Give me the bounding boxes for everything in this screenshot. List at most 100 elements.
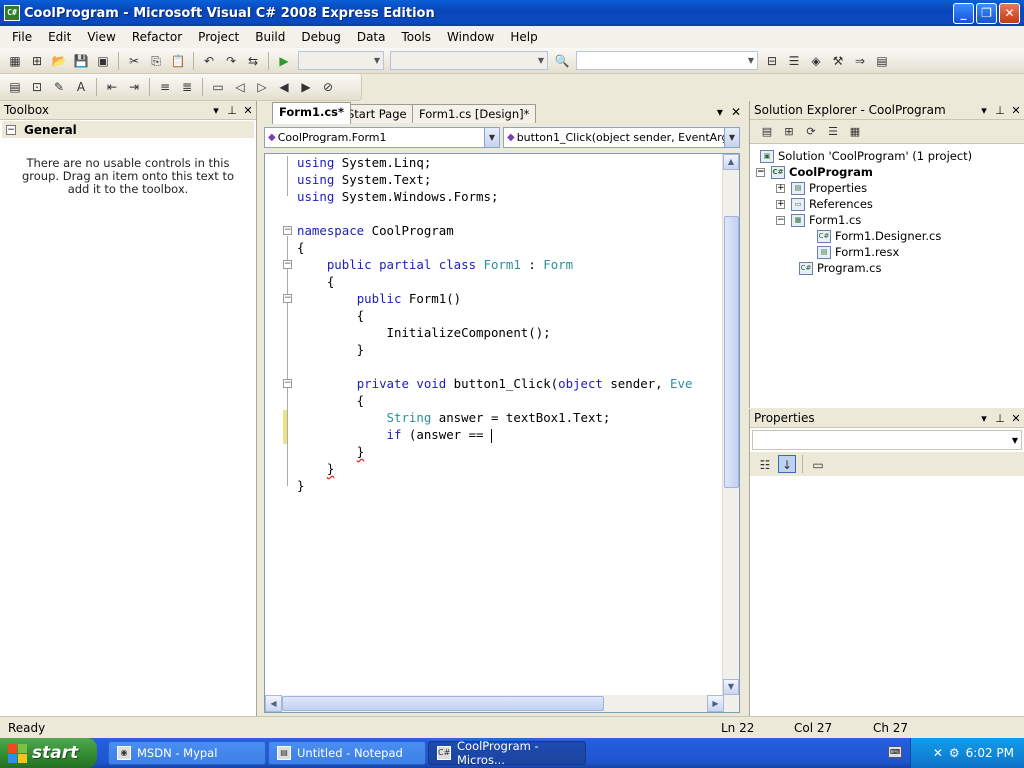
menu-file[interactable]: File <box>4 30 40 44</box>
menu-help[interactable]: Help <box>502 30 545 44</box>
chevron-down-icon[interactable]: ▼ <box>484 128 499 147</box>
window-position-icon[interactable]: ▾ <box>976 412 992 425</box>
previous-bookmark-icon[interactable]: ◁ <box>231 78 249 96</box>
member-combo[interactable]: ◆ button1_Click(object sender, EventArgs… <box>503 127 740 148</box>
active-files-dropdown-icon[interactable]: ▾ <box>717 105 723 119</box>
collapse-icon[interactable]: − <box>283 294 292 303</box>
cut-icon[interactable]: ✂ <box>125 52 143 70</box>
find-combo[interactable]: ▼ <box>576 51 758 70</box>
more-windows-icon[interactable]: ▤ <box>873 52 891 70</box>
tab-form1-cs[interactable]: Form1.cs* <box>272 102 351 124</box>
view-designer-icon[interactable]: ▦ <box>846 123 864 141</box>
next-bookmark-folder-icon[interactable]: ▶ <box>297 78 315 96</box>
menu-project[interactable]: Project <box>190 30 247 44</box>
auto-hide-pin-icon[interactable]: ⊥ <box>224 104 240 117</box>
tree-item-form1-cs[interactable]: − ▦ Form1.cs <box>776 212 861 228</box>
alphabetical-sort-icon[interactable]: ↓ <box>778 455 796 473</box>
close-document-icon[interactable]: ✕ <box>731 105 741 119</box>
collapse-icon[interactable]: − <box>756 167 765 177</box>
task-notepad[interactable]: ▤ Untitled - Notepad <box>268 741 426 765</box>
next-bookmark-icon[interactable]: ▷ <box>253 78 271 96</box>
scroll-right-icon[interactable]: ▶ <box>707 695 724 712</box>
menu-debug[interactable]: Debug <box>293 30 348 44</box>
horizontal-scrollbar[interactable]: ◀ ▶ <box>265 695 739 712</box>
categorized-icon[interactable]: ☷ <box>756 455 774 473</box>
menu-build[interactable]: Build <box>247 30 293 44</box>
collapse-icon[interactable]: − <box>6 124 16 135</box>
close-icon[interactable]: ✕ <box>1008 104 1024 117</box>
title-bar[interactable]: C# CoolProgram - Microsoft Visual C# 200… <box>0 0 1024 26</box>
close-icon[interactable]: ✕ <box>240 104 256 117</box>
tree-item-project[interactable]: − C# CoolProgram <box>756 164 873 180</box>
auto-hide-pin-icon[interactable]: ⊥ <box>992 104 1008 117</box>
tree-item-form1-designer[interactable]: C# Form1.Designer.cs <box>817 228 941 244</box>
scroll-left-icon[interactable]: ◀ <box>265 695 282 712</box>
vertical-scrollbar[interactable]: ▲ ▼ <box>722 154 739 695</box>
uncomment-lines-icon[interactable]: ≣ <box>178 78 196 96</box>
tab-form1-design[interactable]: Form1.cs [Design]* <box>412 104 537 123</box>
scroll-thumb[interactable] <box>282 696 604 711</box>
menu-window[interactable]: Window <box>439 30 502 44</box>
platform-combo[interactable]: ▼ <box>390 51 548 70</box>
display-members-icon[interactable]: ▤ <box>6 78 24 96</box>
maximize-button[interactable]: ❐ <box>976 2 997 24</box>
object-browser-icon[interactable]: ◈ <box>807 52 825 70</box>
scroll-down-icon[interactable]: ▼ <box>723 679 739 695</box>
quick-info-icon[interactable]: ✎ <box>50 78 68 96</box>
tab-start-page[interactable]: Start Page <box>340 104 414 123</box>
task-coolprogram[interactable]: C# CoolProgram - Micros... <box>428 739 586 767</box>
find-in-files-icon[interactable]: 🔍 <box>553 52 571 70</box>
keyboard-icon[interactable]: ⌨ <box>888 746 902 758</box>
show-all-files-icon[interactable]: ⊞ <box>780 123 798 141</box>
toolbox-icon[interactable]: ⚒ <box>829 52 847 70</box>
tree-item-properties[interactable]: + ▤ Properties <box>776 180 867 196</box>
collapse-icon[interactable]: − <box>283 226 292 235</box>
configuration-combo[interactable]: ▼ <box>298 51 384 70</box>
collapse-icon[interactable]: − <box>776 215 785 225</box>
menu-refactor[interactable]: Refactor <box>124 30 190 44</box>
minimize-button[interactable]: _ <box>953 2 974 24</box>
code-editor[interactable]: − − − − using System.Linq; using System.… <box>264 153 740 713</box>
undo-icon[interactable]: ↶ <box>200 52 218 70</box>
close-button[interactable]: ✕ <box>999 2 1020 24</box>
toolbox-group-general[interactable]: − General <box>2 121 254 138</box>
comment-lines-icon[interactable]: ≡ <box>156 78 174 96</box>
property-pages-icon[interactable]: ▭ <box>809 455 827 473</box>
view-code-icon[interactable]: ☰ <box>824 123 842 141</box>
start-button[interactable]: start <box>0 738 97 768</box>
properties-window-icon[interactable]: ☰ <box>785 52 803 70</box>
collapse-icon[interactable]: − <box>283 260 292 269</box>
network-icon[interactable]: ✕ <box>933 746 943 760</box>
settings-icon[interactable]: ⚙ <box>949 746 960 760</box>
navigate-icon[interactable]: ⇆ <box>244 52 262 70</box>
new-project-icon[interactable]: ▦ <box>6 52 24 70</box>
class-combo[interactable]: ◆ CoolProgram.Form1 ▼ <box>264 127 500 148</box>
expand-icon[interactable]: + <box>776 183 785 193</box>
save-icon[interactable]: 💾 <box>72 52 90 70</box>
menu-edit[interactable]: Edit <box>40 30 79 44</box>
complete-word-icon[interactable]: A <box>72 78 90 96</box>
menu-view[interactable]: View <box>79 30 123 44</box>
start-debugging-icon[interactable]: ▶ <box>275 52 293 70</box>
close-icon[interactable]: ✕ <box>1008 412 1024 425</box>
collapse-icon[interactable]: − <box>283 379 292 388</box>
decrease-indent-icon[interactable]: ⇤ <box>103 78 121 96</box>
previous-bookmark-folder-icon[interactable]: ◀ <box>275 78 293 96</box>
refresh-icon[interactable]: ⟳ <box>802 123 820 141</box>
object-selector-combo[interactable]: ▼ <box>752 430 1022 450</box>
scroll-thumb[interactable] <box>724 216 739 488</box>
redo-icon[interactable]: ↷ <box>222 52 240 70</box>
paste-icon[interactable]: 📋 <box>169 52 187 70</box>
copy-icon[interactable]: ⎘ <box>147 52 165 70</box>
parameter-info-icon[interactable]: ⊡ <box>28 78 46 96</box>
expand-icon[interactable]: + <box>776 199 785 209</box>
properties-icon[interactable]: ▤ <box>758 123 776 141</box>
window-position-icon[interactable]: ▾ <box>976 104 992 117</box>
clear-bookmarks-icon[interactable]: ⊘ <box>319 78 337 96</box>
add-item-icon[interactable]: ⊞ <box>28 52 46 70</box>
increase-indent-icon[interactable]: ⇥ <box>125 78 143 96</box>
tree-item-solution[interactable]: ▣ Solution 'CoolProgram' (1 project) <box>760 148 972 164</box>
window-position-icon[interactable]: ▾ <box>208 104 224 117</box>
tree-item-program-cs[interactable]: C# Program.cs <box>799 260 882 276</box>
start-page-icon[interactable]: ⇒ <box>851 52 869 70</box>
